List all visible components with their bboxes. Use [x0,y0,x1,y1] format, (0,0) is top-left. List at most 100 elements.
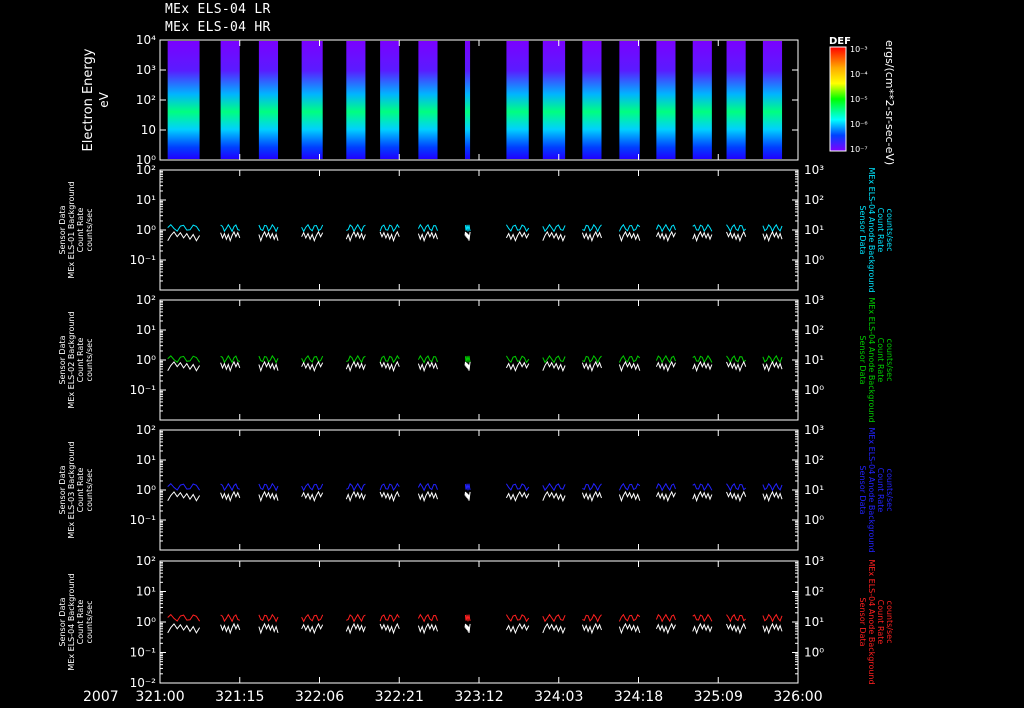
y-axis-label-left: Count Rate [76,208,85,253]
spectrogram-column [656,41,676,159]
y-tick-label-right: 10¹ [804,483,824,497]
series-line-white [464,623,471,633]
series-line-white [542,230,566,243]
series-line-white [464,231,471,241]
series-line-white [655,360,676,373]
y-tick-label-right: 10¹ [804,223,824,237]
series-line-white [762,490,783,503]
panel-frame [159,299,799,421]
y-axis-label-right: Count Rate [876,208,885,253]
y-tick-label-left: 10⁰ [136,353,156,367]
series-line-colored [692,223,713,233]
series-line-colored [379,354,400,364]
series-line-white [655,490,676,503]
series-line-colored [582,354,602,364]
series-line-colored [417,223,438,233]
series-line-colored [465,355,471,363]
series-line-colored [655,354,676,364]
chart-canvas: 10⁴ 10³ 10² 10 10⁰ Electron Energy eV DEF10⁻³ 10… [58,33,896,705]
series-line-colored [220,613,240,623]
series-line-colored [505,355,530,364]
y-tick-label-right: 10⁰ [804,253,824,267]
series-line-white [542,490,566,503]
series-line-colored [220,223,240,233]
x-tick-label: 322:21 [375,689,424,705]
y-axis-label-left: Count Rate [76,468,85,513]
x-tick-label: 322:06 [295,689,344,705]
y-axis-label-left: MEx ELS-02 Background [67,311,76,408]
series-line-colored [220,482,240,492]
series-line-colored [542,223,566,233]
y-axis-label-left: MEx ELS-01 Background [67,181,76,278]
series-line-white [581,490,602,503]
x-tick-label: 324:03 [534,689,583,705]
series-line-white [726,490,747,503]
y-tick-label-right: 10⁰ [804,383,824,397]
y-axis-label-right-group: Sensor Data MEx ELS-04 Anode Background Co… [858,559,894,684]
series-line-white [726,230,747,243]
series-line-white [220,360,241,373]
series-line-colored [301,482,324,492]
series-line-colored [465,614,471,622]
series-line-white [417,360,438,373]
series-line-colored [346,613,366,623]
series-line-white [581,360,602,373]
series-line-colored [465,483,471,491]
y-axis-label-left: MEx ELS-03 Background [67,441,76,538]
series-line-colored [167,613,201,622]
series-line-colored [258,354,279,364]
y-tick-label-right: 10² [804,453,824,467]
y-axis-label-right: MEx ELS-04 Anode Background [867,427,876,552]
spectrogram-column [542,41,566,159]
series-line-colored [726,483,747,492]
spectrogram-column [506,41,529,159]
series-line-white [258,360,279,373]
series-line-white [301,230,324,243]
series-line-colored [167,482,201,491]
series-line-colored [346,482,366,492]
y-tick-label-right: 10³ [804,163,824,177]
series-line-white [692,622,713,635]
spectrogram-column [418,41,438,159]
y-axis-label-right: counts/sec [885,339,894,382]
y-axis-label-right: MEx ELS-04 Anode Background [867,167,876,292]
series-line-colored [762,613,783,623]
y-axis-label-right-group: Sensor Data MEx ELS-04 Anode Background Co… [858,427,894,552]
y-tick-label: 10⁴ [136,33,156,47]
panel-frame [159,560,799,684]
y-axis-label-right: MEx ELS-04 Anode Background [867,297,876,422]
series-line-white [505,622,530,635]
spectrogram-column [346,41,366,159]
spectrogram-column [301,41,323,159]
y-axis-label-right-group: Sensor Data MEx ELS-04 Anode Background Co… [858,167,894,292]
series-line-white [542,622,566,635]
series-line-colored [762,482,783,492]
series-line-white [167,231,201,242]
y-axis-label-right: MEx ELS-04 Anode Background [867,559,876,684]
series-line-white [220,622,241,635]
series-line-colored [618,482,641,491]
series-line-colored [258,223,279,233]
y-axis-label-left: MEx ELS-04 Background [67,573,76,670]
y-tick-label-left: 10² [136,554,156,568]
series-line-colored [301,355,324,364]
series-line-colored [582,223,602,233]
y-tick-label-right: 10¹ [804,615,824,629]
y-axis-label-right: Sensor Data [858,335,867,384]
series-line-white [417,230,438,243]
series-line-white [345,622,366,635]
series-line-colored [762,223,783,233]
series-line-white [379,230,400,243]
series-line-white [726,360,747,373]
y-tick-label-left: 10⁻¹ [130,383,157,397]
y-axis-label-left-group: Sensor Data MEx ELS-02 Background Count Ra… [58,311,94,408]
series-line-colored [346,223,366,233]
series-line-colored [346,354,366,364]
series-line-white [345,230,366,243]
y-axis-label-right: Count Rate [876,468,885,513]
series-line-colored [505,483,530,492]
series-line-white [301,490,324,503]
spectrogram-column [619,41,640,159]
colorbar-units-group: ergs/(cm**2-sr-sec-eV) [883,40,896,165]
y-axis-label-left-group: Sensor Data MEx ELS-04 Background Count Ra… [58,573,94,670]
